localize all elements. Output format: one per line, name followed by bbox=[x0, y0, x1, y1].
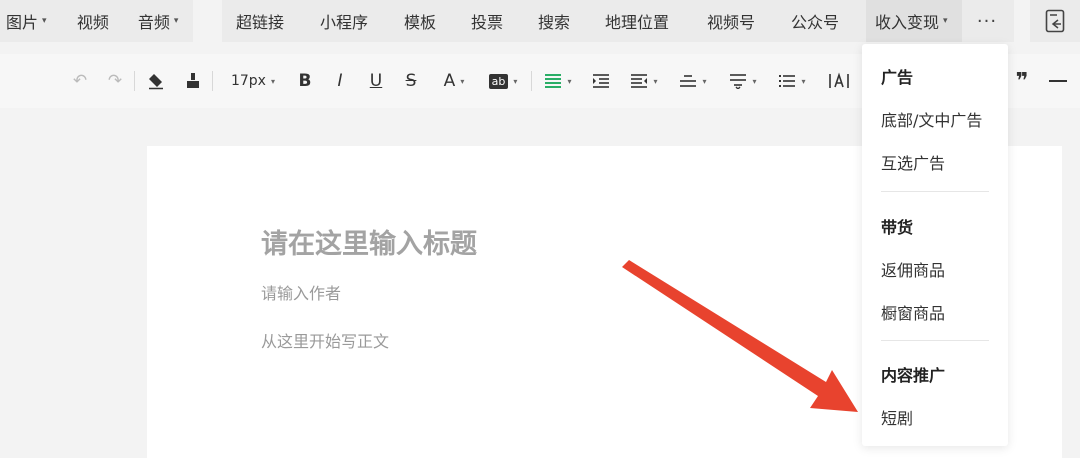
list-icon bbox=[779, 75, 796, 87]
menu-search-label: 搜索 bbox=[538, 13, 571, 32]
font-color-icon: A bbox=[443, 71, 456, 91]
menu-hyperlink-label: 超链接 bbox=[236, 13, 285, 32]
menu-item-bottom-ad[interactable]: 底部/文中广告 bbox=[881, 107, 982, 131]
menu-location-label: 地理位置 bbox=[605, 13, 670, 32]
section-heading-content-promo: 内容推广 bbox=[881, 366, 946, 385]
title-input[interactable]: 请在这里输入标题 bbox=[261, 222, 477, 261]
menu-hyperlink[interactable]: 超链接 bbox=[236, 0, 320, 42]
letter-spacing-icon bbox=[829, 72, 849, 88]
align-left-button[interactable]: ▾ bbox=[539, 54, 577, 108]
menu-item-showcase-goods[interactable]: 橱窗商品 bbox=[881, 300, 945, 324]
menu-location[interactable]: 地理位置 bbox=[605, 0, 707, 42]
sidebar-toggle-group bbox=[1030, 0, 1080, 42]
more-button[interactable]: ··· bbox=[962, 0, 1012, 42]
menu-channels[interactable]: 视频号 bbox=[707, 0, 791, 42]
indent-icon bbox=[593, 74, 609, 88]
background-color-button[interactable]: ab ▾ bbox=[484, 54, 522, 108]
menu-monetize-label: 收入变现 bbox=[875, 13, 940, 32]
chevron-down-icon: ▾ bbox=[943, 16, 948, 26]
menu-item-mutual-ad[interactable]: 互选广告 bbox=[881, 150, 945, 174]
section-heading-ads: 广告 bbox=[881, 68, 914, 87]
media-menu-group: 图片 ▾ 视频 音频 ▾ bbox=[0, 0, 193, 42]
format-painter-icon[interactable] bbox=[180, 54, 206, 108]
chevron-down-icon: ▾ bbox=[752, 76, 757, 86]
paragraph-spacing-button[interactable]: ▾ bbox=[724, 54, 762, 108]
menu-official-account-label: 公众号 bbox=[791, 13, 840, 32]
menu-item-short-drama[interactable]: 短剧 bbox=[881, 405, 913, 429]
section-heading-commerce: 带货 bbox=[881, 218, 914, 237]
chevron-down-icon: ▾ bbox=[702, 76, 707, 86]
list-indent-icon bbox=[631, 74, 648, 88]
line-height-button[interactable]: ▾ bbox=[674, 54, 712, 108]
line-height-icon bbox=[680, 75, 697, 87]
insert-menu-group: 超链接 小程序 模板 投票 搜索 地理位置 视频号 公众号 收入变现 ▾ ··· bbox=[222, 0, 1014, 42]
paragraph-spacing-icon bbox=[730, 74, 747, 89]
menu-search[interactable]: 搜索 bbox=[538, 0, 605, 42]
chevron-down-icon: ▾ bbox=[270, 76, 275, 86]
indent-button[interactable] bbox=[590, 54, 612, 108]
toolbar-divider bbox=[134, 71, 135, 91]
menu-image-label: 图片 bbox=[6, 13, 39, 32]
undo-icon[interactable]: ↶ bbox=[68, 54, 92, 108]
menu-template-label: 模板 bbox=[404, 13, 437, 32]
font-color-button[interactable]: A ▾ bbox=[436, 54, 472, 108]
toolbar-divider bbox=[531, 71, 532, 91]
divider-line-icon[interactable] bbox=[1046, 54, 1070, 108]
chevron-down-icon: ▾ bbox=[653, 76, 658, 86]
menu-vote[interactable]: 投票 bbox=[471, 0, 538, 42]
chevron-down-icon: ▾ bbox=[801, 76, 806, 86]
menu-divider bbox=[881, 340, 989, 341]
redo-icon[interactable]: ↷ bbox=[103, 54, 127, 108]
body-input[interactable]: 从这里开始写正文 bbox=[261, 328, 389, 352]
menu-image[interactable]: 图片 ▾ bbox=[6, 0, 77, 42]
quote-icon[interactable]: ❞ bbox=[1010, 54, 1034, 108]
menu-video-label: 视频 bbox=[76, 13, 109, 32]
chevron-down-icon: ▾ bbox=[513, 76, 518, 86]
letter-spacing-button[interactable] bbox=[822, 54, 856, 108]
menu-divider bbox=[881, 191, 989, 192]
menu-mini-program[interactable]: 小程序 bbox=[320, 0, 404, 42]
collapse-panel-icon[interactable] bbox=[1045, 9, 1065, 33]
bold-button[interactable]: B bbox=[294, 54, 316, 108]
italic-icon: I bbox=[337, 71, 343, 91]
more-icon: ··· bbox=[976, 10, 998, 32]
menu-official-account[interactable]: 公众号 bbox=[791, 0, 866, 42]
strikethrough-icon: S bbox=[405, 71, 417, 91]
list-button[interactable]: ▾ bbox=[773, 54, 811, 108]
chevron-down-icon: ▾ bbox=[567, 76, 572, 86]
toolbar-divider bbox=[212, 71, 213, 91]
clear-format-icon[interactable] bbox=[143, 54, 169, 108]
menu-template[interactable]: 模板 bbox=[404, 0, 471, 42]
background-color-icon: ab bbox=[488, 73, 509, 89]
font-size-value: 17px bbox=[230, 73, 266, 89]
top-menu-bar: 图片 ▾ 视频 音频 ▾ 超链接 小程序 模板 投票 搜索 地理位置 视频号 公众号… bbox=[0, 0, 1080, 44]
chevron-down-icon: ▾ bbox=[173, 16, 179, 26]
chevron-down-icon: ▾ bbox=[460, 76, 465, 86]
chevron-down-icon: ▾ bbox=[42, 16, 47, 26]
editor-page: 图片 ▾ 视频 音频 ▾ 超链接 小程序 模板 投票 搜索 地理位置 视频号 公众号… bbox=[0, 0, 1080, 458]
underline-icon: U bbox=[369, 71, 383, 91]
author-input[interactable]: 请输入作者 bbox=[261, 280, 341, 304]
font-size-select[interactable]: 17px ▾ bbox=[224, 54, 282, 108]
italic-button[interactable]: I bbox=[329, 54, 351, 108]
menu-vote-label: 投票 bbox=[471, 13, 504, 32]
menu-audio[interactable]: 音频 ▾ bbox=[138, 0, 193, 42]
menu-video[interactable]: 视频 bbox=[77, 0, 138, 42]
menu-channels-label: 视频号 bbox=[707, 13, 756, 32]
menu-audio-label: 音频 bbox=[137, 13, 170, 32]
bold-icon: B bbox=[298, 71, 312, 91]
align-left-icon bbox=[545, 74, 562, 88]
menu-item-commission-goods[interactable]: 返佣商品 bbox=[881, 257, 945, 281]
menu-monetize[interactable]: 收入变现 ▾ bbox=[866, 0, 962, 42]
monetize-dropdown: 广告 底部/文中广告 互选广告 带货 返佣商品 橱窗商品 内容推广 短剧 bbox=[862, 44, 1008, 446]
underline-button[interactable]: U bbox=[365, 54, 387, 108]
menu-mini-program-label: 小程序 bbox=[320, 13, 369, 32]
strikethrough-button[interactable]: S bbox=[400, 54, 422, 108]
list-indent-button[interactable]: ▾ bbox=[625, 54, 663, 108]
